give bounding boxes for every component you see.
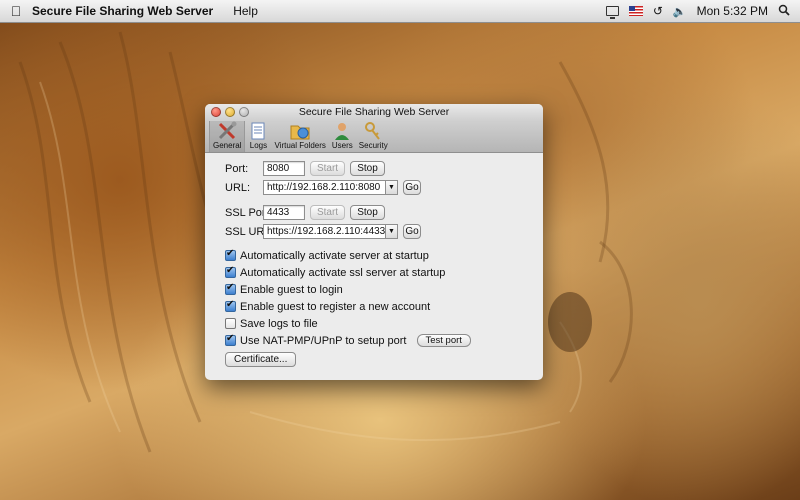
tab-logs[interactable]: Logs [245, 121, 271, 152]
url-combo[interactable]: http://192.168.2.110:8080 ▼ [263, 180, 398, 195]
minimize-button[interactable] [225, 107, 235, 117]
tab-security-label: Security [358, 141, 388, 150]
zoom-button[interactable] [239, 107, 249, 117]
option-label: Automatically activate ssl server at sta… [240, 266, 446, 279]
option-save-logs[interactable]: Save logs to file [225, 315, 543, 332]
option-auto-ssl[interactable]: Automatically activate ssl server at sta… [225, 264, 543, 281]
ssl-port-field[interactable]: 4433 [263, 205, 305, 220]
window-title: Secure File Sharing Web Server [298, 106, 450, 118]
volume-icon[interactable]: 🔈 [673, 5, 687, 18]
help-menu[interactable]: Help [233, 4, 258, 18]
option-label: Automatically activate server at startup [240, 249, 429, 262]
keys-icon [365, 122, 381, 140]
stop-button[interactable]: Stop [350, 161, 385, 176]
ssl-stop-button[interactable]: Stop [350, 205, 385, 220]
option-guest-register[interactable]: Enable guest to register a new account [225, 298, 543, 315]
tab-virtual-folders-label: Virtual Folders [274, 141, 326, 150]
tab-security[interactable]: Security [356, 121, 391, 152]
flag-icon[interactable] [628, 6, 643, 16]
close-button[interactable] [211, 107, 221, 117]
option-label: Save logs to file [240, 317, 318, 330]
checkbox[interactable] [225, 318, 236, 329]
tab-users[interactable]: Users [329, 121, 356, 152]
spotlight-icon[interactable] [778, 4, 790, 19]
option-label: Use NAT-PMP/UPnP to setup port [240, 334, 407, 347]
url-label: URL: [225, 182, 251, 194]
option-auto-server[interactable]: Automatically activate server at startup [225, 247, 543, 264]
ssl-url-row: SSL URL: https://192.168.2.110:4433 ▼ Go [225, 224, 543, 241]
port-field[interactable]: 8080 [263, 161, 305, 176]
certificate-button[interactable]: Certificate... [225, 352, 297, 367]
option-label: Enable guest to login [240, 283, 343, 296]
test-port-button[interactable]: Test port [416, 334, 471, 347]
ssl-url-value: https://192.168.2.110:4433 [267, 226, 386, 237]
ssl-go-button[interactable]: Go [403, 224, 421, 239]
checkbox[interactable] [225, 282, 236, 295]
start-button[interactable]: Start [310, 161, 345, 176]
window-controls [211, 107, 249, 117]
tab-users-label: Users [331, 141, 353, 150]
port-row: Port: 8080 Start Stop [225, 161, 543, 178]
option-nat-pmp[interactable]: Use NAT-PMP/UPnP to setup port Test port [225, 332, 543, 349]
ssl-url-combo[interactable]: https://192.168.2.110:4433 ▼ [263, 224, 398, 239]
app-menu[interactable]: Secure File Sharing Web Server [32, 4, 213, 18]
url-row: URL: http://192.168.2.110:8080 ▼ Go [225, 180, 543, 197]
folder-globe-icon [290, 125, 310, 140]
apple-icon[interactable]:  [0, 3, 32, 19]
display-icon[interactable] [605, 6, 619, 19]
go-button[interactable]: Go [403, 180, 421, 195]
preferences-toolbar: General Logs Virtual Folders Users Secur… [205, 121, 543, 153]
general-panel: Port: 8080 Start Stop URL: http://192.16… [205, 153, 543, 367]
time-machine-icon[interactable]: ↺ [653, 4, 663, 18]
tab-logs-label: Logs [249, 141, 268, 150]
menu-bar:  Secure File Sharing Web Server Help ↺ … [0, 0, 800, 23]
users-icon [335, 123, 350, 140]
option-label: Enable guest to register a new account [240, 300, 431, 313]
window-titlebar[interactable]: Secure File Sharing Web Server [205, 104, 543, 121]
port-label: Port: [225, 163, 249, 175]
checkbox[interactable] [225, 248, 236, 261]
ssl-port-row: SSL Port: 4433 Start Stop [225, 205, 543, 222]
url-value: http://192.168.2.110:8080 [267, 182, 381, 193]
chevron-down-icon[interactable]: ▼ [385, 181, 397, 194]
chevron-down-icon[interactable]: ▼ [385, 225, 397, 238]
ssl-start-button[interactable]: Start [310, 205, 345, 220]
status-area: ↺ 🔈 Mon 5:32 PM [605, 4, 790, 19]
tools-icon [219, 121, 237, 140]
checkbox[interactable] [225, 333, 236, 346]
tab-virtual-folders[interactable]: Virtual Folders [271, 121, 328, 152]
option-guest-login[interactable]: Enable guest to login [225, 281, 543, 298]
logs-icon [251, 122, 265, 140]
checkbox[interactable] [225, 265, 236, 278]
tab-general-label: General [213, 141, 242, 150]
clock[interactable]: Mon 5:32 PM [697, 4, 768, 18]
app-window: Secure File Sharing Web Server General L… [205, 104, 543, 380]
tab-general[interactable]: General [209, 121, 246, 152]
checkbox[interactable] [225, 299, 236, 312]
